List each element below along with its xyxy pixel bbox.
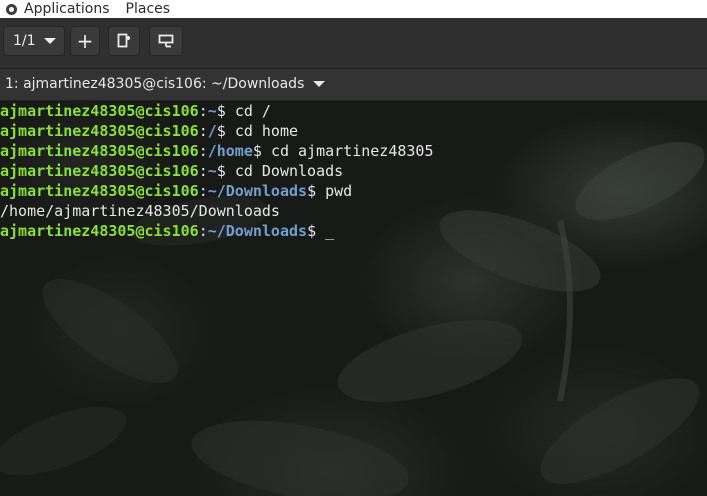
prompt-user-host: ajmartinez48305@cis106 bbox=[0, 182, 199, 200]
prompt-user-host: ajmartinez48305@cis106 bbox=[0, 222, 199, 240]
terminal-prompt-line: ajmartinez48305@cis106:~/Downloads$ pwd bbox=[0, 181, 434, 201]
prompt-path: ~/Downloads bbox=[207, 222, 308, 240]
tab-counter-label: 1/1 bbox=[13, 33, 36, 49]
command-text: cd ajmartinez48305 bbox=[270, 142, 434, 160]
prompt-separator: : bbox=[198, 162, 208, 180]
chevron-down-icon bbox=[313, 81, 326, 87]
prompt-user-host: ajmartinez48305@cis106 bbox=[0, 162, 199, 180]
prompt-path: ~ bbox=[207, 102, 217, 120]
command-text: cd home bbox=[234, 122, 299, 140]
command-output: /home/ajmartinez48305/Downloads bbox=[0, 202, 280, 220]
terminal-prompt-line: ajmartinez48305@cis106:/home$ cd ajmarti… bbox=[0, 141, 434, 161]
split-terminal-button[interactable] bbox=[108, 26, 140, 56]
prompt-symbol: $ bbox=[216, 102, 235, 120]
applications-menu[interactable]: Applications bbox=[0, 0, 110, 18]
terminal-prompt-line: ajmartinez48305@cis106:~$ cd Downloads bbox=[0, 161, 434, 181]
tab-counter-button[interactable]: 1/1 bbox=[3, 26, 65, 56]
prompt-path: ~/Downloads bbox=[207, 182, 308, 200]
prompt-symbol: $ bbox=[307, 222, 326, 240]
command-text: cd Downloads bbox=[234, 162, 344, 180]
prompt-symbol: $ bbox=[252, 142, 271, 160]
places-label: Places bbox=[125, 1, 171, 17]
places-menu[interactable]: Places bbox=[126, 0, 171, 18]
detach-window-button[interactable] bbox=[149, 26, 183, 56]
terminal-prompt-line: ajmartinez48305@cis106:~$ cd / bbox=[0, 101, 434, 121]
prompt-path: ~ bbox=[207, 162, 217, 180]
tab-bar: 1: ajmartinez48305@cis106: ~/Downloads bbox=[0, 69, 707, 101]
tab-title-dropdown[interactable]: 1: ajmartinez48305@cis106: ~/Downloads bbox=[5, 76, 326, 92]
terminal-text: ajmartinez48305@cis106:~$ cd / ajmartinez… bbox=[0, 101, 434, 241]
split-terminal-icon bbox=[117, 33, 130, 48]
detach-window-icon bbox=[158, 34, 174, 48]
prompt-separator: : bbox=[198, 222, 208, 240]
terminal-output-line: /home/ajmartinez48305/Downloads bbox=[0, 201, 434, 221]
plus-icon: + bbox=[76, 29, 94, 53]
command-text: cd / bbox=[234, 102, 271, 120]
command-text: pwd bbox=[325, 182, 353, 200]
prompt-user-host: ajmartinez48305@cis106 bbox=[0, 102, 199, 120]
terminal-prompt-line: ajmartinez48305@cis106:~/Downloads$ _ bbox=[0, 221, 434, 241]
new-tab-button[interactable]: + bbox=[70, 26, 100, 56]
prompt-symbol: $ bbox=[216, 162, 235, 180]
prompt-symbol: $ bbox=[216, 122, 235, 140]
chevron-down-icon bbox=[43, 38, 56, 44]
prompt-path: / bbox=[207, 122, 217, 140]
applications-label: Applications bbox=[24, 1, 110, 17]
prompt-user-host: ajmartinez48305@cis106 bbox=[0, 122, 199, 140]
prompt-separator: : bbox=[198, 182, 208, 200]
terminal-prompt-line: ajmartinez48305@cis106:/$ cd home bbox=[0, 121, 434, 141]
prompt-separator: : bbox=[198, 102, 208, 120]
prompt-separator: : bbox=[198, 122, 208, 140]
tab-title-label: 1: ajmartinez48305@cis106: ~/Downloads bbox=[5, 76, 305, 92]
terminal-output-area[interactable]: ajmartinez48305@cis106:~$ cd / ajmartinez… bbox=[0, 101, 707, 496]
terminal-cursor: _ bbox=[325, 222, 335, 240]
prompt-separator: : bbox=[198, 142, 208, 160]
prompt-symbol: $ bbox=[307, 182, 326, 200]
system-top-bar: Applications Places bbox=[0, 0, 707, 18]
terminal-toolbar: 1/1 + bbox=[0, 18, 707, 69]
prompt-path: /home bbox=[207, 142, 253, 160]
prompt-user-host: ajmartinez48305@cis106 bbox=[0, 142, 199, 160]
ubuntu-logo-icon bbox=[6, 3, 17, 15]
